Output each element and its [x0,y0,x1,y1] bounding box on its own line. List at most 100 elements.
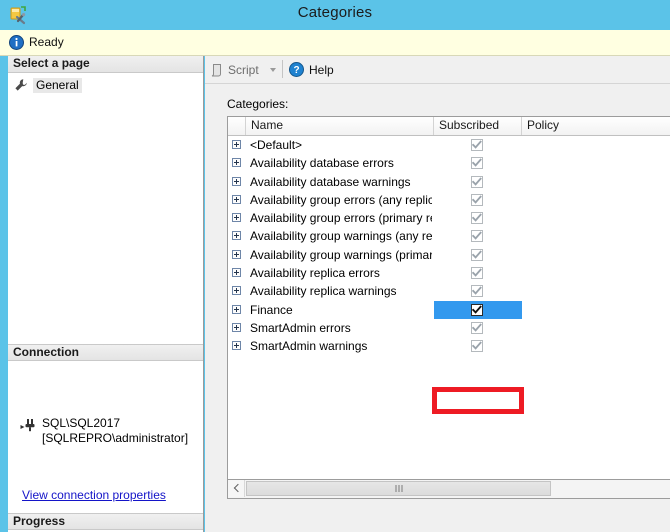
status-text: Ready [29,35,64,49]
subscribed-checkbox[interactable] [471,304,483,316]
expand-plus-icon[interactable] [232,305,241,314]
table-row[interactable]: Availability replica warnings [228,282,670,300]
subscribed-cell[interactable] [434,246,522,264]
row-name-label: Availability group warnings (any repli..… [250,228,432,244]
wrench-icon [14,78,28,92]
grid-header-name[interactable]: Name [246,117,434,135]
grid-body: <Default> Availability database errors Ava… [228,136,670,480]
row-name-label: Availability replica warnings [250,283,432,299]
row-name-label: Availability group errors (any replica r… [250,192,432,208]
expand-plus-icon[interactable] [232,323,241,332]
subscribed-checkbox[interactable] [471,230,483,242]
window-title: Categories [0,4,670,21]
connection-server: SQL\SQL2017 [42,416,120,430]
info-icon [9,35,24,50]
subscribed-cell[interactable] [434,173,522,191]
view-connection-properties-link[interactable]: View connection properties [22,488,166,502]
script-button-label: Script [228,63,259,77]
subscribed-checkbox[interactable] [471,267,483,279]
scrollbar-left-arrow-icon[interactable] [228,480,245,497]
categories-label: Categories: [227,97,288,111]
subscribed-checkbox[interactable] [471,194,483,206]
table-row[interactable]: SmartAdmin warnings [228,337,670,355]
title-bar: Categories [0,0,670,30]
subscribed-cell[interactable] [434,227,522,245]
subscribed-checkbox[interactable] [471,212,483,224]
script-button[interactable]: Script [210,60,276,79]
toolbar-separator [282,60,283,78]
window-left-border [0,56,8,532]
subscribed-checkbox[interactable] [471,285,483,297]
subscribed-checkbox[interactable] [471,340,483,352]
expand-plus-icon[interactable] [232,158,241,167]
dialog-window: Categories Ready Select a page General C… [0,0,670,532]
server-connection-icon [20,418,38,434]
row-name-label: Finance [250,302,432,318]
script-icon [210,63,224,77]
table-row[interactable]: Availability group errors (primary repli… [228,209,670,227]
scrollbar-thumb[interactable] [246,481,551,496]
grid-header-expander[interactable] [228,117,246,135]
help-button[interactable]: ? Help [289,60,334,79]
subscribed-cell[interactable] [434,154,522,172]
row-name-label: Availability database errors [250,155,432,171]
svg-text:?: ? [293,65,299,76]
subscribed-checkbox[interactable] [471,322,483,334]
table-row[interactable]: <Default> [228,136,670,154]
expand-plus-icon[interactable] [232,195,241,204]
subscribed-cell[interactable] [434,319,522,337]
grid-header-policy[interactable]: Policy [522,117,670,135]
subscribed-cell[interactable] [434,209,522,227]
toolbar: Script ? Help [205,56,670,83]
horizontal-scrollbar[interactable] [227,480,670,499]
row-name-label: Availability group warnings (primary r..… [250,247,432,263]
chevron-down-icon[interactable] [270,68,276,72]
grid-header-subscribed[interactable]: Subscribed [434,117,522,135]
row-name-label: SmartAdmin warnings [250,338,432,354]
subscribed-cell[interactable] [434,301,522,319]
table-row[interactable]: Availability database errors [228,154,670,172]
content-area: Categories: Name Subscribed Policy <Defa… [205,83,670,532]
subscribed-cell[interactable] [434,136,522,154]
categories-grid: Name Subscribed Policy <Default> Availabi… [227,116,670,480]
grip-icon [395,485,402,492]
row-name-label: Availability group errors (primary repli… [250,210,432,226]
expand-plus-icon[interactable] [232,286,241,295]
row-name-label: SmartAdmin errors [250,320,432,336]
table-row[interactable]: Availability replica errors [228,264,670,282]
sidebar-item-general[interactable]: General [14,77,82,93]
table-row[interactable]: Finance [228,301,670,319]
subscribed-checkbox[interactable] [471,157,483,169]
sidebar-item-general-label: General [33,78,82,93]
subscribed-checkbox[interactable] [471,139,483,151]
row-name-label: <Default> [250,137,432,153]
sidebar-section-select-page: Select a page [8,56,203,73]
sidebar: Select a page General Connection SQL\SQL… [8,56,204,532]
sidebar-section-progress: Progress [8,513,203,530]
expand-plus-icon[interactable] [232,268,241,277]
subscribed-cell[interactable] [434,337,522,355]
expand-plus-icon[interactable] [232,250,241,259]
table-row[interactable]: Availability group warnings (primary r..… [228,246,670,264]
row-name-label: Availability replica errors [250,265,432,281]
connection-user: [SQLREPRO\administrator] [42,431,188,445]
expand-plus-icon[interactable] [232,177,241,186]
expand-plus-icon[interactable] [232,140,241,149]
expand-plus-icon[interactable] [232,213,241,222]
grid-header-row: Name Subscribed Policy [228,117,670,136]
help-question-icon: ? [289,62,304,77]
expand-plus-icon[interactable] [232,231,241,240]
table-row[interactable]: SmartAdmin errors [228,319,670,337]
subscribed-checkbox[interactable] [471,249,483,261]
expand-plus-icon[interactable] [232,341,241,350]
table-row[interactable]: Availability group errors (any replica r… [228,191,670,209]
main-pane: Script ? Help Categories: [205,56,670,532]
table-row[interactable]: Availability group warnings (any repli..… [228,227,670,245]
subscribed-cell[interactable] [434,264,522,282]
subscribed-cell[interactable] [434,191,522,209]
table-row[interactable]: Availability database warnings [228,173,670,191]
subscribed-cell[interactable] [434,282,522,300]
help-button-label: Help [309,63,334,77]
subscribed-checkbox[interactable] [471,176,483,188]
sidebar-section-connection: Connection [8,344,203,361]
